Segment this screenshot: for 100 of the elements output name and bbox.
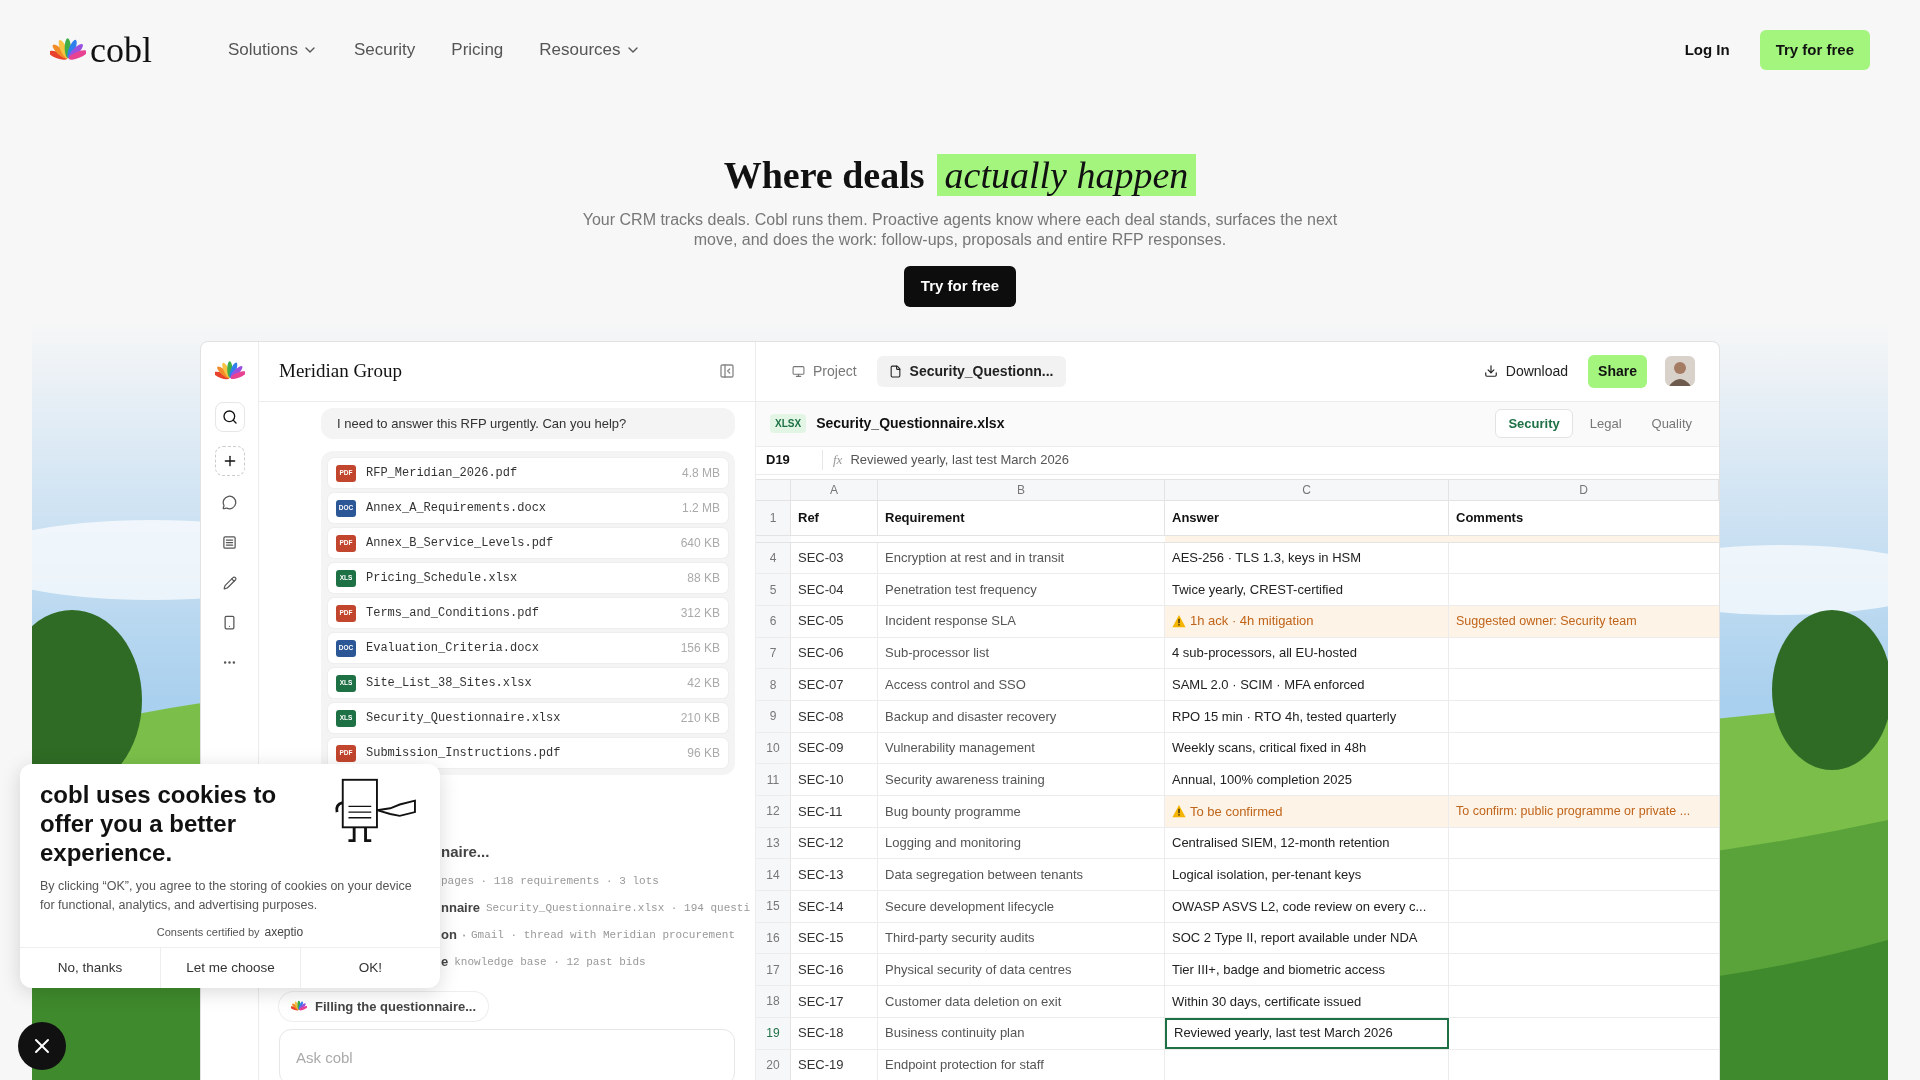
consent-button[interactable]: Let me choose: [160, 948, 300, 988]
monitor-icon: [792, 364, 805, 378]
collapse-panel-icon[interactable]: [719, 363, 735, 379]
search-button[interactable]: [214, 401, 245, 432]
table-cell: SEC-16: [791, 954, 878, 986]
table-cell: SEC-18: [791, 1017, 878, 1049]
answer-cell[interactable]: To be confirmed: [1165, 796, 1449, 827]
answer-cell[interactable]: Centralised SIEM, 12-month retention: [1165, 827, 1449, 859]
sheet-file-name: Security_Questionnaire.xlsx: [816, 414, 1005, 433]
table-cell: SEC-09: [791, 732, 878, 764]
table-cell: SEC-10: [791, 764, 878, 795]
file-icon: [888, 364, 902, 378]
login-link[interactable]: Log In: [1684, 38, 1730, 62]
row-number: 8: [756, 669, 791, 700]
column-header[interactable]: C: [1165, 479, 1449, 500]
certified-text: Consents certified by: [156, 924, 260, 940]
row-number: 17: [756, 954, 791, 986]
file-size: 4.8 MB: [682, 465, 720, 482]
sheet-tab[interactable]: Legal: [1576, 408, 1635, 439]
nav-link[interactable]: Resources: [539, 37, 641, 63]
ask-input[interactable]: Ask cobl: [279, 1029, 735, 1080]
answer-cell[interactable]: SAML 2.0 · SCIM · MFA enforced: [1165, 669, 1449, 700]
answer-cell[interactable]: AES-256 · TLS 1.3, keys in HSM: [1165, 542, 1449, 574]
answer-cell[interactable]: 1h ack · 4h mitigation: [1165, 605, 1449, 637]
answer-cell[interactable]: OWASP ASVS L2, code review on every c...: [1165, 891, 1449, 922]
download-icon: [1483, 364, 1498, 378]
brand-name[interactable]: cobl: [90, 32, 152, 68]
avatar-icon[interactable]: [1665, 356, 1695, 386]
axeptio-logo[interactable]: axeptio: [264, 923, 304, 941]
hero-cta-button[interactable]: Try for free: [903, 266, 1017, 307]
row-number: 11: [756, 764, 791, 795]
file-size: 42 KB: [687, 675, 720, 692]
answer-cell[interactable]: Tier III+, badge and biometric access: [1165, 954, 1449, 986]
table-cell: SEC-15: [791, 922, 878, 954]
file-type-badge: XLSX: [770, 414, 807, 433]
table-cell: Encryption at rest and in transit: [878, 542, 1165, 574]
sheet-tab[interactable]: Quality: [1638, 408, 1705, 439]
column-header[interactable]: A: [791, 479, 878, 500]
new-button[interactable]: [214, 445, 245, 476]
file-name: Site_List_38_Sites.xlsx: [366, 675, 532, 692]
row-number: 4: [756, 542, 791, 574]
table-cell: SEC-05: [791, 605, 878, 637]
phone-icon: [222, 615, 237, 630]
file-name: Security_Questionnaire.xlsx: [366, 710, 561, 727]
hero-subtitle: Your CRM tracks deals. Cobl runs them. Proactive agents know where each deal stands, surfaces the next move, and does the work: follow-ups, proposals and entire RFP responses.: [581, 210, 1339, 250]
file-size: 88 KB: [687, 570, 720, 587]
row-number: 6: [756, 605, 791, 637]
answer-cell[interactable]: SOC 2 Type II, report available under NDA: [1165, 922, 1449, 954]
file-size: 1.2 MB: [682, 500, 720, 517]
nav-link[interactable]: Security: [353, 37, 416, 63]
consent-button[interactable]: No, thanks: [20, 948, 160, 988]
workspace-title: Meridian Group: [279, 358, 402, 383]
title-highlight: actually happen: [936, 154, 1197, 196]
answer-cell[interactable]: Weekly scans, critical fixed in 48h: [1165, 732, 1449, 764]
try-free-button[interactable]: Try for free: [1759, 29, 1870, 71]
table-header: Ref: [791, 500, 878, 535]
speech-bubble-icon: [222, 495, 237, 510]
sheet-tab[interactable]: Security: [1495, 408, 1573, 439]
file-name: Evaluation_Criteria.docx: [366, 640, 539, 657]
share-button[interactable]: Share: [1588, 354, 1647, 388]
answer-cell[interactable]: 4 sub-processors, all EU-hosted: [1165, 637, 1449, 669]
step-title: naire...: [441, 842, 491, 862]
file-size: 640 KB: [680, 535, 720, 552]
nav-link[interactable]: Solutions: [228, 37, 318, 63]
source-label: nnaire: [441, 899, 480, 918]
download-button[interactable]: Download: [1483, 360, 1569, 382]
table-cell: Logging and monitoring: [878, 827, 1165, 859]
answer-cell[interactable]: RPO 15 min · RTO 4h, tested quarterly: [1165, 700, 1449, 732]
document-lines-icon: [222, 535, 237, 550]
answer-cell[interactable]: Annual, 100% completion 2025: [1165, 764, 1449, 795]
message-bubble: I need to answer this RFP urgently. Can you help?: [321, 407, 735, 439]
answer-cell[interactable]: Logical isolation, per-tenant keys: [1165, 859, 1449, 891]
answer-cell[interactable]: Within 30 days, certificate issued: [1165, 986, 1449, 1017]
source-label: e: [441, 953, 449, 972]
file-size: 96 KB: [687, 745, 720, 762]
table-cell: SEC-08: [791, 700, 878, 732]
row-number: 13: [756, 827, 791, 859]
close-button[interactable]: [18, 1022, 66, 1070]
document-tab[interactable]: Security_Questionn...: [876, 355, 1066, 387]
warning-icon: [1172, 804, 1186, 819]
column-header[interactable]: B: [878, 479, 1165, 500]
table-cell: Physical security of data centres: [878, 954, 1165, 986]
table-cell: SEC-19: [791, 1049, 878, 1080]
title-text: Where deals: [723, 156, 925, 194]
table-cell: SEC-11: [791, 796, 878, 827]
consent-button[interactable]: OK!: [300, 948, 440, 988]
answer-cell[interactable]: Reviewed yearly, last test March 2026: [1165, 1017, 1449, 1049]
table-cell: Secure development lifecycle: [878, 891, 1165, 922]
nav-link[interactable]: Pricing: [451, 37, 504, 63]
answer-cell[interactable]: Twice yearly, CREST-certified: [1165, 574, 1449, 605]
source-detail: Gmail · thread with Meridian procurement: [470, 927, 735, 943]
table-cell: Customer data deletion on exit: [878, 986, 1165, 1017]
document-tab[interactable]: Project: [780, 355, 869, 387]
table-cell: SEC-12: [791, 827, 878, 859]
file-size: 156 KB: [680, 640, 720, 657]
row-number: 15: [756, 891, 791, 922]
table-header: Answer: [1165, 500, 1449, 535]
table-cell: SEC-03: [791, 542, 878, 574]
column-header[interactable]: D: [1449, 479, 1719, 500]
fx-label: fx: [822, 450, 843, 470]
